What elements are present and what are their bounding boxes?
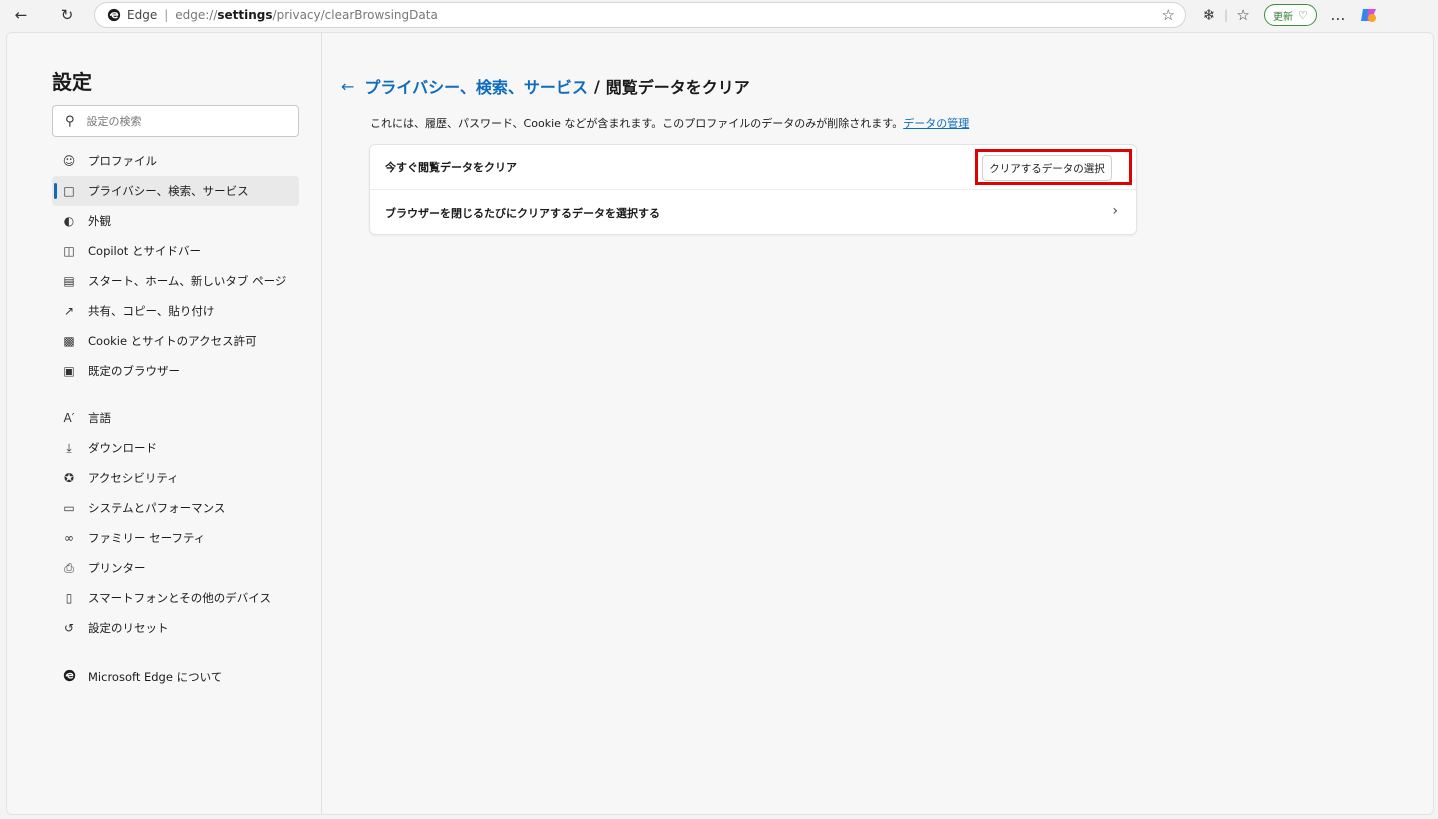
sidebar-icon: ◫ (63, 244, 75, 258)
nav-item-share-copy[interactable]: ↗ 共有、コピー、貼り付け (52, 296, 299, 326)
url-host: edge:// (175, 8, 218, 22)
nav-item-profile[interactable]: ☺ プロファイル (52, 146, 299, 176)
more-menu-icon[interactable]: … (1325, 2, 1351, 28)
toolbar-divider: | (1224, 8, 1229, 22)
url-path-bold: settings (217, 8, 273, 22)
address-separator: | (164, 8, 169, 22)
back-icon[interactable]: ← (8, 2, 34, 28)
nav-item-privacy[interactable]: □ プライバシー、検索、サービス (52, 176, 299, 206)
nav-item-languages[interactable]: A′ 言語 (52, 403, 299, 433)
breadcrumb: ← プライバシー、検索、サービス / 閲覧データをクリア (341, 74, 750, 98)
download-icon: ⤓ (66, 440, 72, 455)
breadcrumb-parent-link[interactable]: プライバシー、検索、サービス (364, 74, 588, 98)
nav-item-accessibility[interactable]: ✪ アクセシビリティ (52, 463, 299, 493)
edge-icon (62, 669, 76, 685)
nav-label: 設定のリセット (88, 621, 169, 635)
nav-label: 外観 (88, 214, 111, 228)
page-description: これには、履歴、パスワード、Cookie などが含まれます。このプロファイルのデ… (370, 115, 969, 131)
settings-nav: ☺ プロファイル □ プライバシー、検索、サービス ◐ 外観 ◫ Copilot… (52, 146, 299, 692)
browser-toolbar: ← ↻ Edge | edge://settings/privacy/clear… (0, 0, 1438, 30)
browser-essentials-icon: ♡ (1298, 8, 1308, 22)
accessibility-icon: ✪ (63, 471, 75, 485)
url-path-rest: /privacy/clearBrowsingData (272, 8, 438, 22)
nav-label: アクセシビリティ (88, 471, 179, 485)
nav-item-reset[interactable]: ↺ 設定のリセット (52, 613, 299, 643)
nav-item-copilot-sidebar[interactable]: ◫ Copilot とサイドバー (52, 236, 299, 266)
settings-page: 設定 ⚲ ☺ プロファイル □ プライバシー、検索、サービス ◐ 外観 ◫ Co… (6, 32, 1434, 815)
nav-item-start-home[interactable]: ▤ スタート、ホーム、新しいタブ ページ (52, 266, 299, 296)
chevron-right-icon: › (1112, 203, 1118, 219)
share-icon: ↗ (63, 304, 75, 318)
nav-label: 共有、コピー、貼り付け (88, 304, 215, 318)
nav-item-appearance[interactable]: ◐ 外観 (52, 206, 299, 236)
settings-search[interactable]: ⚲ (52, 105, 299, 137)
lock-icon: □ (63, 184, 75, 198)
breadcrumb-separator: / (593, 76, 600, 96)
description-text: これには、履歴、パスワード、Cookie などが含まれます。このプロファイルのデ… (370, 117, 904, 130)
settings-content: ← プライバシー、検索、サービス / 閲覧データをクリア これには、履歴、パスワ… (337, 33, 1427, 814)
home-tab-icon: ▤ (63, 274, 75, 288)
default-browser-icon: ▣ (63, 364, 75, 378)
settings-title: 設定 (52, 70, 92, 94)
settings-sidebar: 設定 ⚲ ☺ プロファイル □ プライバシー、検索、サービス ◐ 外観 ◫ Co… (7, 33, 322, 814)
appearance-icon: ◐ (63, 214, 75, 228)
site-label: Edge (127, 8, 158, 22)
refresh-icon[interactable]: ↻ (54, 2, 80, 28)
nav-item-default-browser[interactable]: ▣ 既定のブラウザー (52, 356, 299, 386)
nav-label: プリンター (88, 561, 146, 575)
nav-label: 言語 (88, 411, 111, 425)
nav-label: プライバシー、検索、サービス (88, 184, 249, 198)
nav-item-system[interactable]: ▭ システムとパフォーマンス (52, 493, 299, 523)
nav-label: Microsoft Edge について (88, 670, 223, 684)
nav-item-family-safety[interactable]: ∞ ファミリー セーフティ (52, 523, 299, 553)
copilot-icon[interactable] (1359, 5, 1379, 25)
clear-data-card: 今すぐ閲覧データをクリア クリアするデータの選択 ブラウザーを閉じるたびにクリア… (369, 144, 1137, 235)
favorites-icon[interactable]: ☆ (1230, 2, 1256, 28)
nav-label: システムとパフォーマンス (88, 501, 226, 515)
update-button[interactable]: 更新 ♡ (1264, 4, 1317, 26)
clear-on-close-row[interactable]: ブラウザーを閉じるたびにクリアするデータを選択する › (370, 190, 1136, 235)
clear-now-row: 今すぐ閲覧データをクリア クリアするデータの選択 (370, 145, 1136, 190)
clear-on-close-label: ブラウザーを閉じるたびにクリアするデータを選択する (385, 206, 660, 220)
edge-logo-icon (107, 8, 121, 22)
nav-label: Cookie とサイトのアクセス許可 (88, 334, 257, 348)
extensions-icon[interactable]: ❄ (1196, 2, 1222, 28)
profile-icon: ☺ (62, 154, 76, 168)
printer-icon: ⎙ (64, 560, 74, 575)
choose-what-to-clear-button[interactable]: クリアするデータの選択 (982, 155, 1112, 181)
phone-icon: ▯ (65, 591, 73, 605)
search-icon: ⚲ (65, 113, 75, 129)
system-icon: ▭ (63, 501, 75, 515)
back-arrow-icon[interactable]: ← (341, 77, 354, 96)
nav-label: スタート、ホーム、新しいタブ ページ (88, 274, 287, 288)
nav-label: スマートフォンとその他のデバイス (88, 591, 271, 605)
nav-label: ファミリー セーフティ (88, 531, 206, 545)
nav-item-printers[interactable]: ⎙ プリンター (52, 553, 299, 583)
nav-label: プロファイル (88, 154, 157, 168)
page-title: 閲覧データをクリア (605, 78, 750, 97)
family-icon: ∞ (64, 531, 74, 545)
edge-logo-icon (63, 669, 75, 682)
manage-data-link[interactable]: データの管理 (903, 117, 969, 130)
nav-item-downloads[interactable]: ⤓ ダウンロード (52, 433, 299, 463)
nav-label: ダウンロード (88, 441, 157, 455)
reset-icon: ↺ (63, 621, 75, 635)
update-label: 更新 (1273, 11, 1294, 23)
nav-label: 既定のブラウザー (88, 364, 180, 378)
nav-item-phone-devices[interactable]: ▯ スマートフォンとその他のデバイス (52, 583, 299, 613)
toolbar-right: ❄ | ☆ 更新 ♡ … (1196, 2, 1379, 28)
language-icon: A′ (63, 411, 75, 425)
nav-item-about-edge[interactable]: Microsoft Edge について (52, 662, 299, 692)
cookie-permissions-icon: ▩ (63, 334, 75, 348)
nav-item-cookies[interactable]: ▩ Cookie とサイトのアクセス許可 (52, 326, 299, 356)
address-bar[interactable]: Edge | edge://settings/privacy/clearBrow… (94, 2, 1186, 28)
search-input[interactable] (86, 114, 277, 128)
clear-now-label: 今すぐ閲覧データをクリア (385, 161, 517, 174)
favorite-star-icon[interactable]: ☆ (1162, 6, 1175, 24)
nav-label: Copilot とサイドバー (88, 244, 201, 258)
